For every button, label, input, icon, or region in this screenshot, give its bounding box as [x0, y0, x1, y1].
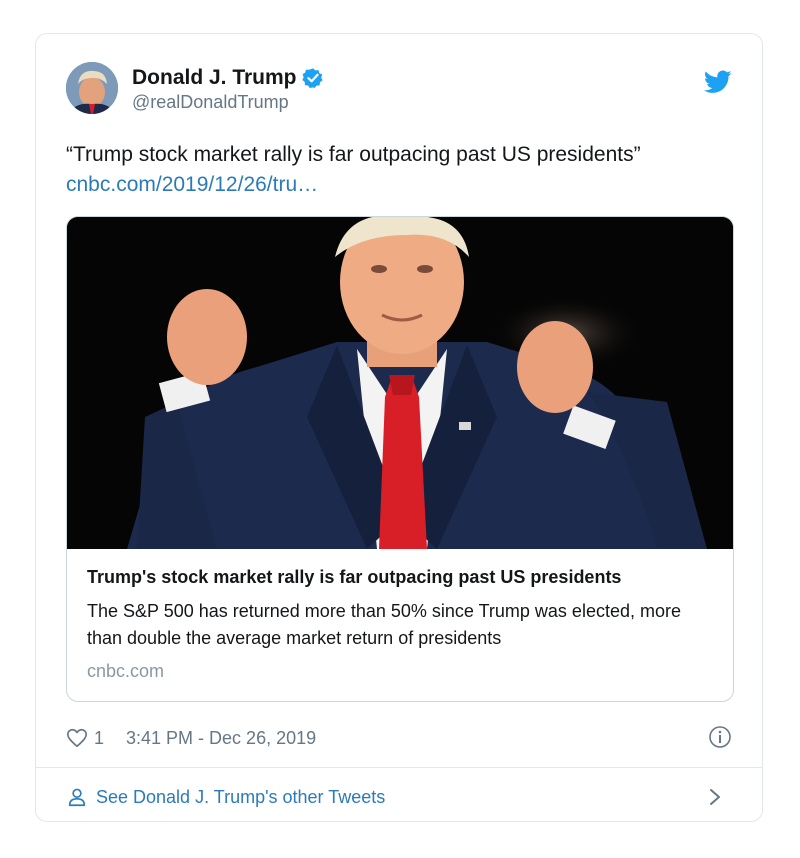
display-name[interactable]: Donald J. Trump: [132, 66, 297, 90]
link-card-title: Trump's stock market rally is far outpac…: [87, 567, 622, 587]
embedded-tweet-card: Donald J. Trump @realDonaldTrump “Trump …: [35, 33, 763, 822]
person-icon: [68, 788, 86, 807]
link-card-body: Trump's stock market rally is far outpac…: [87, 567, 717, 682]
link-card-description: The S&P 500 has returned more than 50% s…: [87, 601, 681, 648]
like-count[interactable]: 1: [94, 728, 104, 749]
heart-icon[interactable]: [66, 727, 88, 749]
divider: [36, 767, 762, 768]
tweet-timestamp[interactable]: 3:41 PM - Dec 26, 2019: [126, 728, 316, 749]
tweet-text: “Trump stock market rally is far outpaci…: [66, 140, 746, 200]
see-other-tweets-label[interactable]: See Donald J. Trump's other Tweets: [96, 787, 385, 808]
tweet-link[interactable]: cnbc.com/2019/12/26/tru…: [66, 170, 746, 200]
author-handle[interactable]: @realDonaldTrump: [132, 92, 324, 113]
chevron-right-icon[interactable]: [708, 787, 722, 807]
info-icon[interactable]: [708, 725, 732, 749]
tweet-header: Donald J. Trump @realDonaldTrump: [66, 62, 732, 118]
author-block: Donald J. Trump @realDonaldTrump: [132, 66, 324, 113]
article-photo: [67, 217, 733, 549]
link-preview-card[interactable]: Trump's stock market rally is far outpac…: [66, 216, 734, 702]
verified-badge-icon: [301, 68, 323, 88]
twitter-bird-icon[interactable]: [704, 70, 732, 94]
tweet-quote: “Trump stock market rally is far outpaci…: [66, 143, 641, 166]
see-other-tweets-link[interactable]: See Donald J. Trump's other Tweets: [66, 784, 732, 810]
avatar[interactable]: [66, 62, 118, 114]
tweet-meta: 1 3:41 PM - Dec 26, 2019: [66, 725, 732, 751]
link-card-domain: cnbc.com: [87, 661, 165, 681]
